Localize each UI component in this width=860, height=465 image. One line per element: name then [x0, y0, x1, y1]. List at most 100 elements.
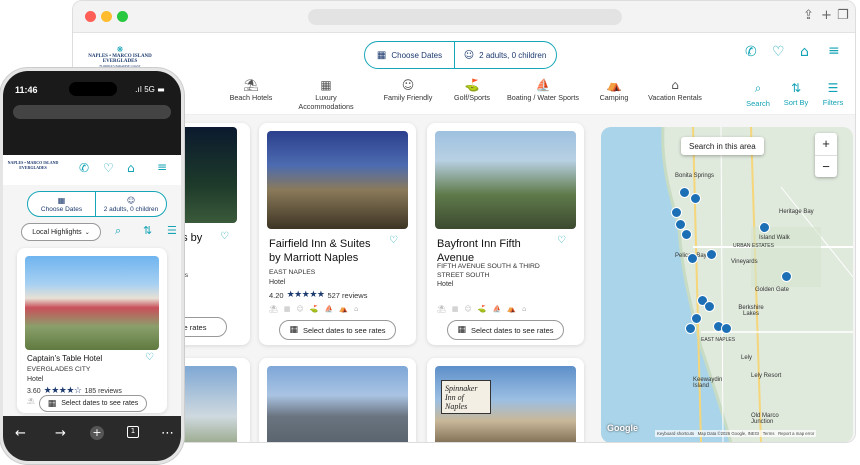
hotel-type: Hotel [269, 279, 286, 286]
zoom-controls: + − [815, 133, 837, 177]
category-label: Vacation Rentals [648, 93, 702, 102]
phone-icon[interactable]: ✆ [745, 44, 757, 60]
map-pin[interactable] [690, 193, 701, 204]
hotel-card[interactable]: Captain's Table Hotel ♡ EVERGLADES CITY … [17, 248, 167, 413]
calendar-icon: ▦ [47, 398, 57, 409]
choose-dates-label: Choose Dates [391, 50, 443, 60]
select-dates-button[interactable]: ▦ Select dates to see rates [447, 320, 564, 340]
map-pin[interactable] [706, 249, 717, 260]
calendar-icon: ▦ [376, 49, 387, 61]
favorite-icon[interactable]: ♡ [389, 235, 398, 246]
search-button[interactable]: ⌕ Search [743, 81, 773, 108]
guests-button[interactable]: ☺ 2 adults, 0 children [96, 192, 166, 216]
category-family[interactable]: ☺ Family Friendly [378, 79, 438, 102]
map-label: URBAN ESTATES [733, 243, 774, 249]
category-boating[interactable]: ⛵ Boating / Water Sports [505, 79, 581, 102]
hotel-card[interactable] [259, 358, 416, 442]
map-pin[interactable] [681, 229, 692, 240]
hotel-rating: 4.20 ★★★★★ 527 reviews [269, 290, 367, 300]
map-pin[interactable] [685, 323, 696, 334]
review-count: 527 reviews [327, 290, 368, 300]
map-label: EAST NAPLES [701, 337, 736, 343]
share-icon[interactable]: ⇪ [803, 8, 814, 23]
category-golf[interactable]: ⛳ Golf/Sports [447, 79, 497, 102]
sort-button[interactable]: ⇅ Sort By [781, 81, 811, 107]
hotel-title: Bayfront Inn Fifth Avenue [437, 238, 521, 264]
map-pin[interactable] [687, 253, 698, 264]
guests-button[interactable]: ☺ 2 adults, 0 children [455, 42, 555, 68]
google-logo: Google [607, 423, 638, 433]
forward-icon[interactable]: → [55, 426, 66, 441]
menu-icon[interactable]: ≡ [828, 43, 840, 59]
new-tab-icon[interactable]: + [821, 8, 832, 23]
heart-icon[interactable]: ♡ [772, 44, 785, 60]
map-label: Heritage Bay [779, 209, 814, 215]
map-pin[interactable] [704, 301, 715, 312]
heart-icon[interactable]: ♡ [103, 161, 114, 175]
map-pin[interactable] [759, 222, 770, 233]
sort-icon[interactable]: ⇅ [143, 224, 152, 237]
zoom-in-button[interactable]: + [815, 133, 837, 155]
phone-status-area: 11:46 .ıl 5G ▬ [3, 71, 181, 155]
guests-label: 2 adults, 0 children [103, 205, 159, 213]
hotel-card[interactable]: es by ♡ ews e rates [173, 123, 250, 345]
dates-guests-selector[interactable]: ▦ Choose Dates ☺ 2 adults, 0 children [27, 191, 167, 217]
local-highlights-dropdown[interactable]: Local Highlights ⌄ [21, 223, 101, 241]
hotel-photo [435, 131, 576, 229]
filters-button[interactable]: ☰ Filters [818, 81, 848, 107]
hotel-card[interactable] [173, 358, 250, 442]
close-window-button[interactable] [85, 11, 96, 22]
status-time: 11:46 [15, 85, 38, 95]
select-dates-button[interactable]: ▦ Select dates to see rates [39, 395, 147, 412]
favorite-icon[interactable]: ♡ [557, 235, 566, 246]
new-tab-icon[interactable]: + [90, 426, 104, 440]
amenity-icons: ⛱▦☺⛳⛵⛺⌂ [437, 305, 533, 313]
filters-icon: ☰ [827, 81, 839, 95]
phone-address-bar[interactable] [13, 105, 171, 119]
site-logo[interactable]: NAPLES • MARCO ISLAND EVERGLADES [7, 160, 59, 170]
favorite-icon[interactable]: ♡ [145, 352, 154, 363]
address-bar[interactable] [308, 9, 622, 25]
hotel-photo [25, 256, 159, 350]
maximize-window-button[interactable] [117, 11, 128, 22]
map-attribution[interactable]: Keyboard shortcuts Map Data ©2026 Google… [655, 430, 817, 437]
tabs-icon[interactable]: 1 [127, 426, 139, 438]
dates-guests-selector[interactable]: ▦ Choose Dates ☺ 2 adults, 0 children [364, 41, 557, 69]
more-icon[interactable]: ⋯ [161, 426, 174, 441]
battery-icon: ▬ [157, 85, 165, 94]
map-pin[interactable] [671, 207, 682, 218]
hotel-card[interactable]: Fairfield Inn & Suites by Marriott Naple… [259, 123, 416, 345]
choose-dates-button[interactable]: ▦ Choose Dates [365, 42, 455, 68]
back-icon[interactable]: ← [15, 426, 26, 441]
dynamic-island [69, 82, 117, 96]
favorite-icon[interactable]: ♡ [220, 231, 229, 242]
menu-icon[interactable]: ≡ [157, 160, 167, 174]
map-pin[interactable] [691, 313, 702, 324]
category-luxury[interactable]: ▦ Luxury Accommodations [291, 79, 361, 111]
site-logo[interactable]: ❋ NAPLES • MARCO ISLAND EVERGLADES FLORI… [83, 45, 157, 68]
select-dates-button[interactable]: ▦ Select dates to see rates [279, 320, 396, 340]
cart-icon[interactable]: ⌂ [127, 161, 135, 175]
tabs-icon[interactable]: ❐ [837, 8, 849, 23]
cart-icon[interactable]: ⌂ [800, 44, 809, 60]
phone-header: NAPLES • MARCO ISLAND EVERGLADES ✆ ♡ ⌂ ≡ [3, 155, 181, 185]
calendar-icon: ▦ [57, 195, 66, 205]
category-beach-hotels[interactable]: ⛱ Beach Hotels [221, 79, 281, 102]
search-icon[interactable]: ⌕ [115, 224, 121, 238]
filters-icon[interactable]: ☰ [167, 224, 177, 237]
hotel-card[interactable]: Bayfront Inn Fifth Avenue ♡ FIFTH AVENUE… [427, 123, 584, 345]
choose-dates-button[interactable]: ▦ Choose Dates [28, 192, 96, 216]
search-this-area-button[interactable]: Search in this area [681, 137, 764, 155]
phone-icon[interactable]: ✆ [79, 161, 89, 175]
map-pin[interactable] [679, 187, 690, 198]
filter-label: Local Highlights [32, 228, 82, 236]
map-label: Berkshire Lakes [738, 305, 764, 317]
map-pin[interactable] [781, 271, 792, 282]
map-pin[interactable] [721, 323, 732, 334]
zoom-out-button[interactable]: − [815, 155, 837, 177]
minimize-window-button[interactable] [101, 11, 112, 22]
category-vacation-rentals[interactable]: ⌂ Vacation Rentals [643, 79, 707, 102]
map[interactable]: Search in this area + − Bonita Springs H… [601, 127, 853, 442]
category-camping[interactable]: ⛺ Camping [592, 79, 636, 102]
hotel-card[interactable]: Spinnaker Inn of Naples [427, 358, 584, 442]
